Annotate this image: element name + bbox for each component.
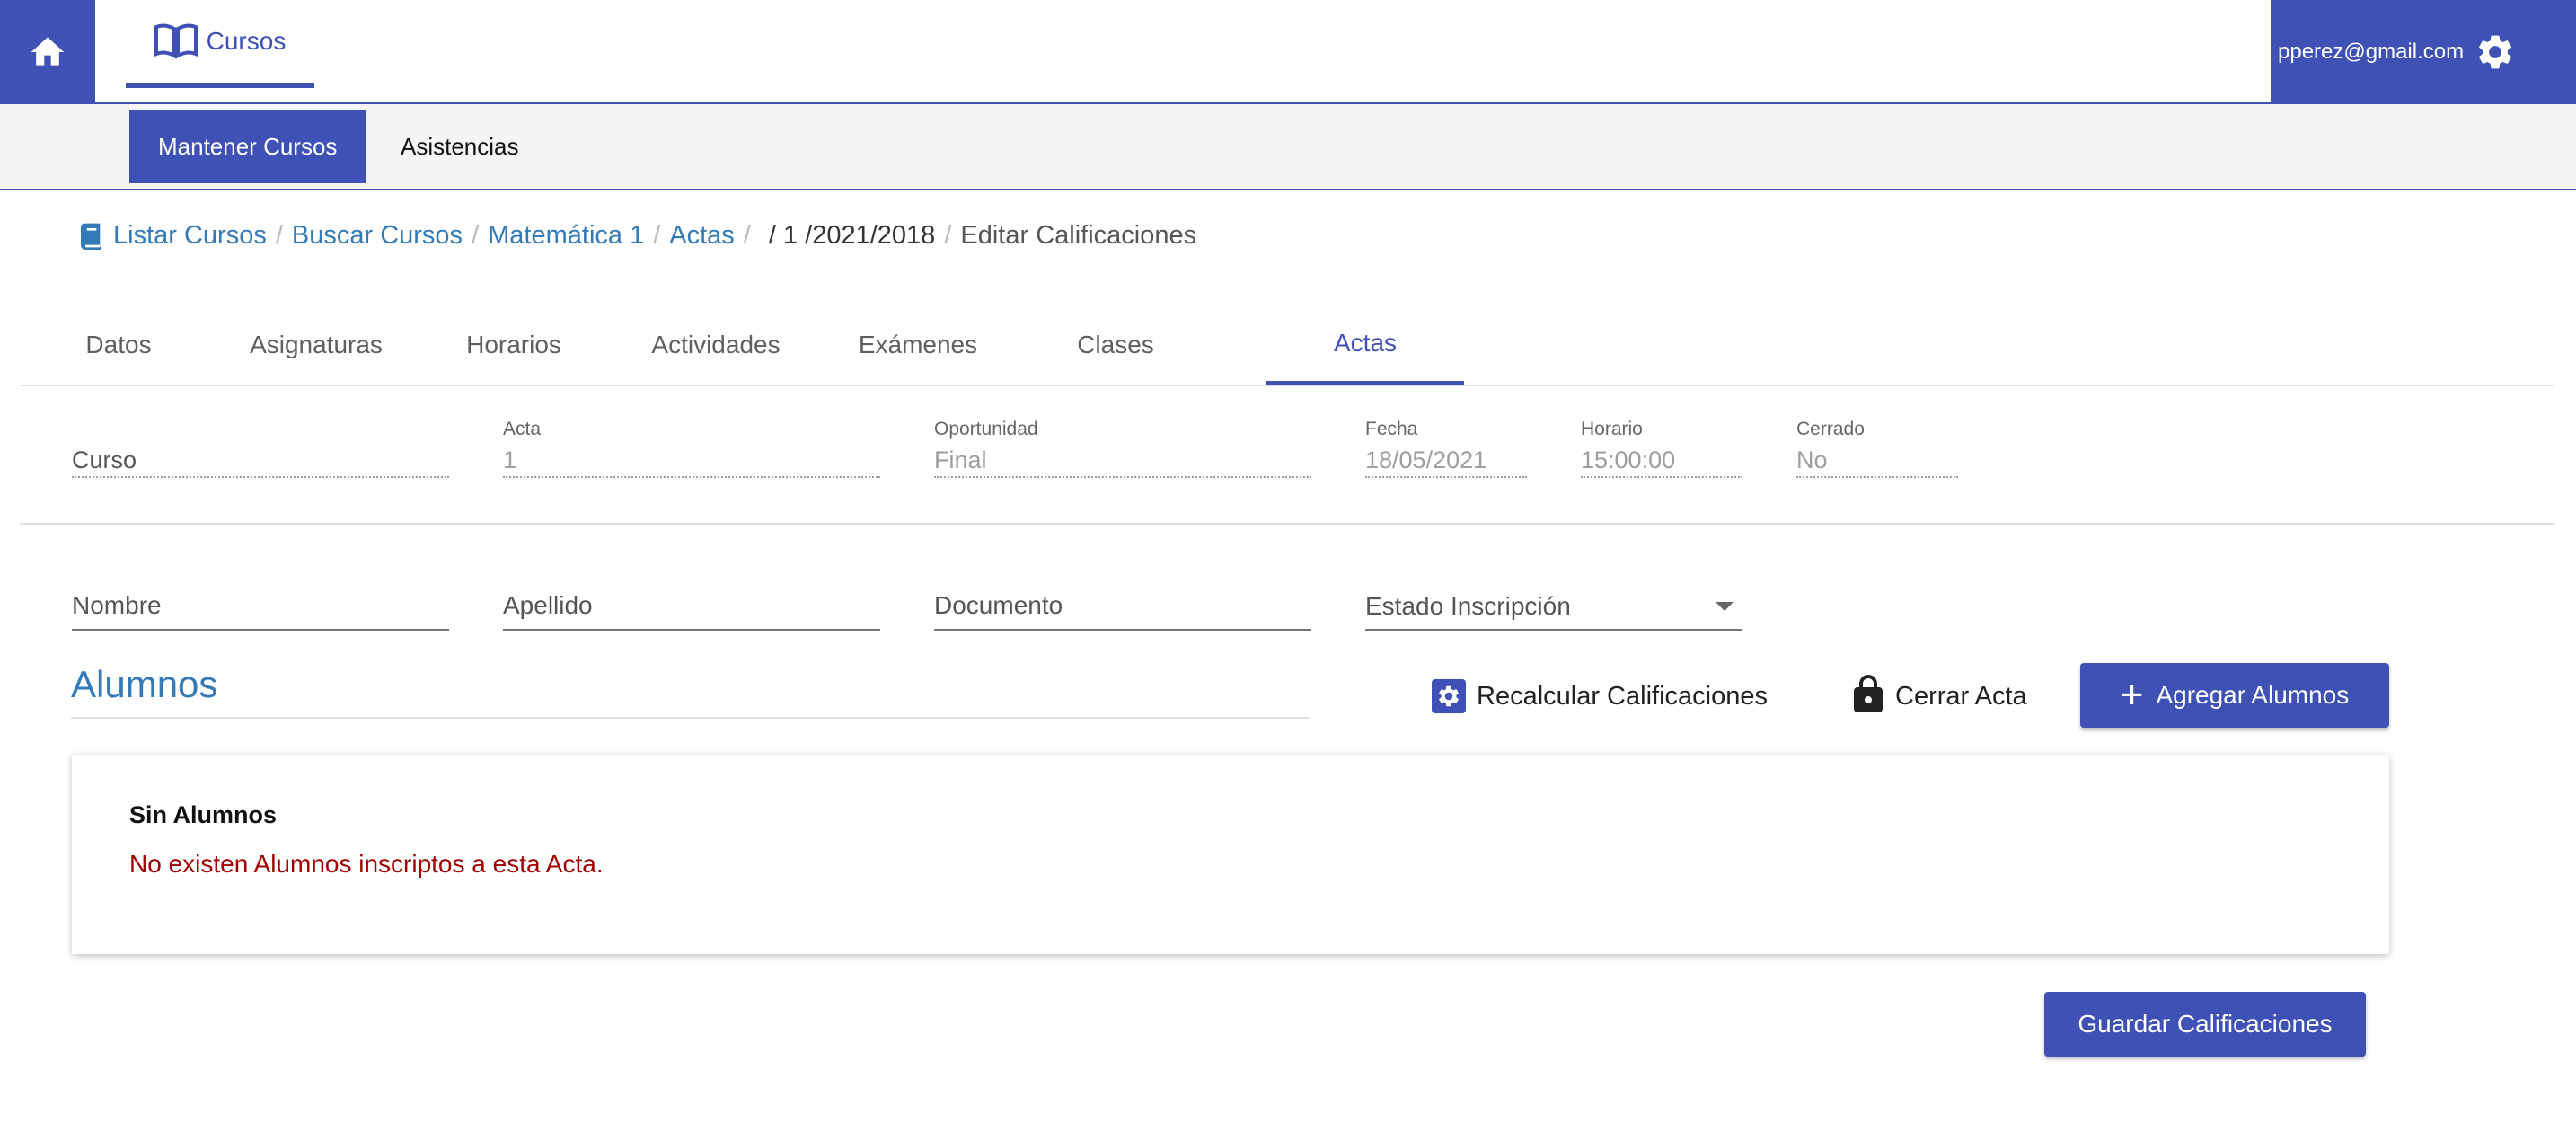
apellido-filter (503, 584, 880, 631)
acta-field-label: Acta (503, 419, 542, 439)
settings-icon (1432, 679, 1466, 713)
breadcrumb-separator: / (653, 220, 661, 250)
curso-field-value: Curso (72, 442, 449, 478)
agregar-alumnos-label: Agregar Alumnos (2156, 681, 2350, 709)
documento-input[interactable] (934, 584, 1311, 627)
cerrado-field: Cerrado No (1796, 419, 1958, 478)
plus-icon: + (2120, 673, 2144, 717)
book-open-icon (154, 23, 198, 59)
user-menu: pperez@gmail.com (2271, 0, 2576, 104)
sub-navigation: Mantener Cursos Asistencias (0, 104, 2576, 190)
user-email[interactable]: pperez@gmail.com (2278, 40, 2464, 65)
oportunidad-field: Oportunidad Final (934, 419, 1311, 478)
curso-field: Curso (72, 419, 449, 478)
horario-field-label: Horario (1581, 419, 1643, 439)
top-header: Cursos pperez@gmail.com (0, 0, 2576, 104)
tab-actividades[interactable]: Actividades (613, 305, 819, 385)
breadcrumb-current: Editar Calificaciones (960, 220, 1197, 250)
oportunidad-field-value: Final (934, 442, 1311, 478)
guardar-calificaciones-label: Guardar Calificaciones (2078, 1010, 2333, 1038)
cerrado-field-label: Cerrado (1796, 419, 1865, 439)
guardar-calificaciones-button[interactable]: Guardar Calificaciones (2044, 992, 2366, 1057)
alumnos-empty-card: Sin Alumnos No existen Alumnos inscripto… (72, 755, 2389, 954)
breadcrumb-listar-cursos[interactable]: Listar Cursos (113, 221, 267, 251)
tab-datos[interactable]: Datos (20, 305, 217, 385)
tab-examenes[interactable]: Exámenes (819, 305, 1017, 385)
main-tab-cursos[interactable]: Cursos (126, 0, 314, 88)
home-icon (31, 37, 65, 66)
recalcular-calificaciones-button[interactable]: Recalcular Calificaciones (1432, 665, 1768, 728)
breadcrumb-curso[interactable]: Matemática 1 (488, 221, 644, 251)
main-tab-label: Cursos (206, 27, 287, 55)
breadcrumb-acta-id: / 1 /2021/2018 (768, 220, 936, 250)
oportunidad-field-label: Oportunidad (934, 419, 1038, 439)
fecha-field-label: Fecha (1365, 419, 1418, 439)
apellido-input[interactable] (503, 584, 880, 627)
breadcrumb-buscar-cursos[interactable]: Buscar Cursos (292, 221, 463, 251)
documento-filter (934, 584, 1311, 631)
breadcrumb-separator: / (472, 220, 480, 250)
tab-asignaturas[interactable]: Asignaturas (217, 305, 415, 385)
curso-field-label (72, 419, 449, 442)
subnav-item-asistencias[interactable]: Asistencias (372, 110, 548, 183)
chevron-down-icon (1716, 602, 1734, 611)
estado-inscripcion-label: Estado Inscripción (1365, 592, 1571, 620)
estado-inscripcion-select[interactable]: Estado Inscripción (1365, 584, 1742, 631)
section-divider (20, 523, 2554, 525)
tab-horarios[interactable]: Horarios (415, 305, 613, 385)
acta-field: Acta 1 (503, 419, 880, 478)
alumnos-title: Alumnos (71, 663, 1310, 719)
empty-state-title: Sin Alumnos (129, 801, 278, 828)
home-button[interactable] (0, 0, 95, 104)
subnav-item-mantener-cursos[interactable]: Mantener Cursos (129, 110, 366, 183)
nombre-filter (72, 584, 449, 631)
breadcrumb-actas[interactable]: Actas (669, 221, 735, 251)
agregar-alumnos-button[interactable]: + Agregar Alumnos (2080, 663, 2389, 728)
horario-field-value: 15:00:00 (1581, 442, 1742, 478)
cerrar-acta-button[interactable]: Cerrar Acta (1852, 665, 2027, 728)
tab-bar: Datos Asignaturas Horarios Actividades E… (20, 305, 2554, 386)
lock-icon (1852, 673, 1884, 720)
cerrar-acta-label: Cerrar Acta (1895, 681, 2027, 711)
tab-clases[interactable]: Clases (1017, 305, 1214, 385)
empty-state-message: No existen Alumnos inscriptos a esta Act… (129, 850, 604, 878)
breadcrumb-separator: / (743, 220, 751, 250)
fecha-field: Fecha 18/05/2021 (1365, 419, 1527, 478)
acta-field-value: 1 (503, 442, 880, 478)
horario-field: Horario 15:00:00 (1581, 419, 1742, 478)
cerrado-field-value: No (1796, 442, 1958, 478)
tab-actas[interactable]: Actas (1266, 305, 1464, 385)
gear-icon[interactable] (2475, 31, 2516, 73)
fecha-field-value: 18/05/2021 (1365, 442, 1527, 478)
nombre-input[interactable] (72, 584, 449, 627)
breadcrumb-separator: / (944, 220, 952, 250)
book-icon (81, 223, 101, 250)
recalcular-label: Recalcular Calificaciones (1477, 681, 1768, 711)
breadcrumb: Listar Cursos / Buscar Cursos / Matemáti… (77, 217, 1196, 253)
breadcrumb-separator: / (275, 220, 283, 250)
